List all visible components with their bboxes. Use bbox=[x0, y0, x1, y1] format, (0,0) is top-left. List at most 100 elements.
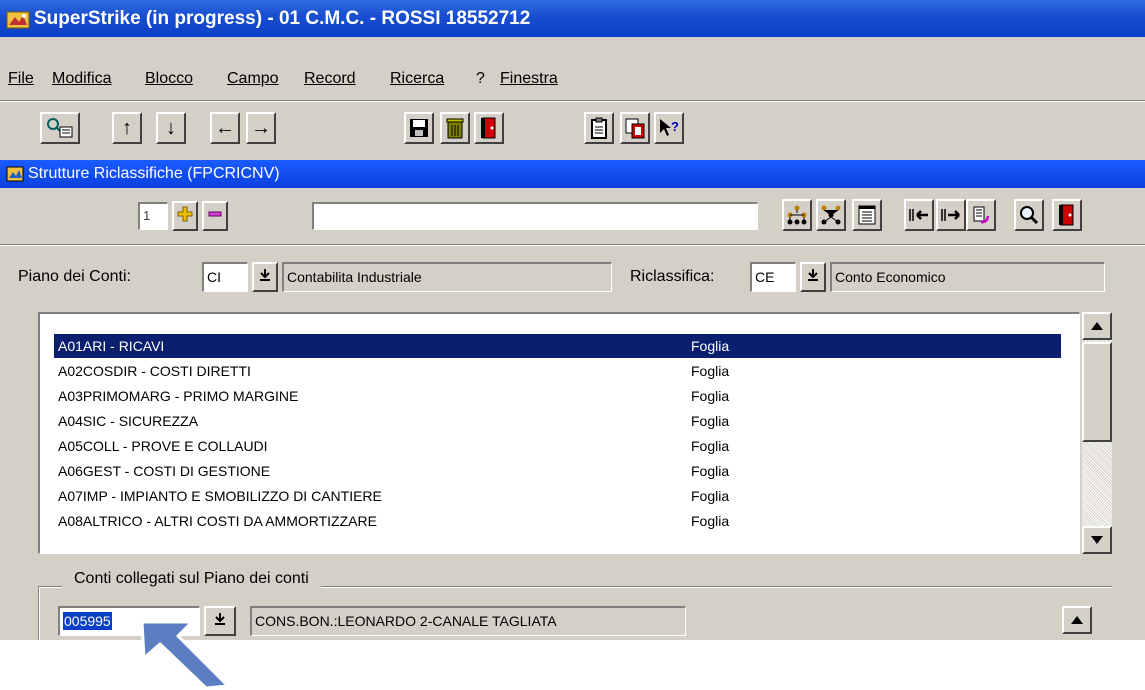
triangle-up-icon bbox=[1071, 611, 1083, 629]
next-block-button[interactable]: → bbox=[246, 112, 276, 144]
menu-record-label: Record bbox=[304, 70, 356, 87]
linked-scroll-up-button[interactable] bbox=[1062, 606, 1092, 634]
context-help-button[interactable]: ? bbox=[654, 112, 684, 144]
list-item[interactable]: A07IMP - IMPIANTO E SMOBILIZZO DI CANTIE… bbox=[54, 484, 1061, 508]
list-item-type: Foglia bbox=[691, 388, 730, 404]
menu-ricerca[interactable]: Ricerca bbox=[390, 70, 444, 88]
help-icon: ? bbox=[658, 117, 680, 139]
close-form-button[interactable] bbox=[1052, 199, 1082, 231]
menu-file-label: File bbox=[8, 70, 34, 87]
list-item-type: Foglia bbox=[691, 338, 730, 354]
piano-description-field: Contabilita Industriale bbox=[282, 262, 612, 292]
prev-block-button[interactable]: ← bbox=[210, 112, 240, 144]
menu-campo[interactable]: Campo bbox=[227, 70, 279, 88]
list-item[interactable]: A08ALTRICO - ALTRI COSTI DA AMMORTIZZARE… bbox=[54, 509, 1061, 533]
record-number-field[interactable]: 1 bbox=[138, 202, 168, 230]
form-title-bar[interactable]: Strutture Riclassifiche (FPCRICNV) bbox=[0, 160, 1145, 188]
search-input[interactable] bbox=[312, 202, 758, 230]
list-item-code: A01ARI - RICAVI bbox=[58, 338, 165, 354]
clipboard-icon bbox=[590, 117, 608, 139]
move-left-icon bbox=[908, 206, 930, 224]
enter-query-button[interactable] bbox=[40, 112, 80, 144]
list-scrollbar[interactable] bbox=[1082, 312, 1112, 554]
list-item[interactable]: A04SIC - SICUREZZA Foglia bbox=[54, 409, 1061, 433]
menu-record[interactable]: Record bbox=[304, 70, 356, 88]
list-item-code: A04SIC - SICUREZZA bbox=[58, 413, 199, 429]
list-icon bbox=[857, 205, 877, 225]
linked-description: CONS.BON.:LEONARDO 2-CANALE TAGLIATA bbox=[255, 613, 557, 629]
form-icon bbox=[6, 165, 24, 183]
structure-list[interactable]: A01ARI - RICAVI Foglia A02COSDIR - COSTI… bbox=[38, 312, 1080, 554]
clipboard-button[interactable] bbox=[584, 112, 614, 144]
move-right-icon bbox=[940, 206, 962, 224]
delete-button[interactable] bbox=[440, 112, 470, 144]
exit-door-icon bbox=[1058, 204, 1076, 226]
list-item-type: Foglia bbox=[691, 438, 730, 454]
riclassifica-description: Conto Economico bbox=[835, 269, 946, 285]
list-item[interactable]: A05COLL - PROVE E COLLAUDI Foglia bbox=[54, 434, 1061, 458]
piano-code: CI bbox=[207, 269, 221, 285]
piano-label: Piano dei Conti: bbox=[18, 268, 131, 285]
add-button[interactable] bbox=[172, 201, 198, 231]
menu-modifica-label: Modifica bbox=[52, 70, 112, 87]
refresh-button[interactable] bbox=[966, 199, 996, 231]
riclassifica-code-field[interactable]: CE bbox=[750, 262, 796, 292]
menu-file[interactable]: File bbox=[8, 70, 34, 88]
copy-button[interactable] bbox=[620, 112, 650, 144]
menu-help[interactable]: ? bbox=[476, 70, 485, 88]
minus-icon bbox=[207, 206, 223, 227]
list-item[interactable]: A06GEST - COSTI DI GESTIONE Foglia bbox=[54, 459, 1061, 483]
piano-code-field[interactable]: CI bbox=[202, 262, 248, 292]
menu-bar: File Modifica Blocco Campo Record Ricerc… bbox=[0, 60, 1145, 100]
window-title: SuperStrike (in progress) - 01 C.M.C. - … bbox=[34, 8, 531, 29]
scroll-down-button[interactable] bbox=[1082, 526, 1112, 554]
form-toolbar: 1 bbox=[0, 190, 1145, 242]
linked-description-field: CONS.BON.:LEONARDO 2-CANALE TAGLIATA bbox=[250, 606, 686, 636]
exit-icon bbox=[480, 117, 498, 139]
svg-text:?: ? bbox=[671, 119, 679, 134]
scrollbar-thumb[interactable] bbox=[1082, 342, 1112, 442]
menu-blocco[interactable]: Blocco bbox=[145, 70, 193, 88]
menu-separator bbox=[0, 100, 1145, 102]
form-title: Strutture Riclassifiche (FPCRICNV) bbox=[28, 165, 280, 182]
record-number: 1 bbox=[143, 208, 151, 223]
annotation-arrow-icon bbox=[140, 620, 230, 690]
list-item-type: Foglia bbox=[691, 363, 730, 379]
list-item[interactable]: A02COSDIR - COSTI DIRETTI Foglia bbox=[54, 359, 1061, 383]
list-item-code: A02COSDIR - COSTI DIRETTI bbox=[58, 363, 251, 379]
prev-record-button[interactable]: ↑ bbox=[112, 112, 142, 144]
piano-description: Contabilita Industriale bbox=[287, 269, 422, 285]
arrow-down-icon: ↓ bbox=[166, 117, 176, 139]
form-divider bbox=[0, 244, 1145, 246]
list-item[interactable]: A01ARI - RICAVI Foglia bbox=[54, 334, 1061, 358]
triangle-up-icon bbox=[1091, 317, 1103, 335]
riclassifica-dropdown-button[interactable] bbox=[800, 262, 826, 292]
list-item-type: Foglia bbox=[691, 488, 730, 504]
menu-blocco-label: Blocco bbox=[145, 70, 194, 87]
move-right-button[interactable] bbox=[936, 199, 966, 231]
list-item-code: A05COLL - PROVE E COLLAUDI bbox=[58, 438, 268, 454]
window-title-bar[interactable]: SuperStrike (in progress) - 01 C.M.C. - … bbox=[0, 0, 1145, 37]
list-item-type: Foglia bbox=[691, 463, 730, 479]
move-left-button[interactable] bbox=[904, 199, 934, 231]
search-button[interactable] bbox=[1014, 199, 1044, 231]
menu-modifica[interactable]: Modifica bbox=[52, 70, 112, 88]
menu-finestra-label: Finestra bbox=[500, 70, 558, 87]
main-toolbar: ↑ ↓ ← → ? bbox=[0, 104, 1145, 150]
menu-help-label: ? bbox=[476, 70, 485, 87]
enter-query-icon bbox=[46, 117, 74, 139]
menu-finestra[interactable]: Finestra bbox=[500, 70, 558, 88]
hierarchy-button[interactable] bbox=[816, 199, 846, 231]
list-view-button[interactable] bbox=[852, 199, 882, 231]
save-button[interactable] bbox=[404, 112, 434, 144]
next-record-button[interactable]: ↓ bbox=[156, 112, 186, 144]
plus-icon bbox=[177, 206, 193, 227]
menu-campo-label: Campo bbox=[227, 70, 279, 87]
remove-button[interactable] bbox=[202, 201, 228, 231]
scroll-up-button[interactable] bbox=[1082, 312, 1112, 340]
list-item[interactable]: A03PRIMOMARG - PRIMO MARGINE Foglia bbox=[54, 384, 1061, 408]
exit-button[interactable] bbox=[474, 112, 504, 144]
tree-view-button[interactable] bbox=[782, 199, 812, 231]
piano-dropdown-button[interactable] bbox=[252, 262, 278, 292]
hierarchy-icon bbox=[820, 205, 842, 225]
